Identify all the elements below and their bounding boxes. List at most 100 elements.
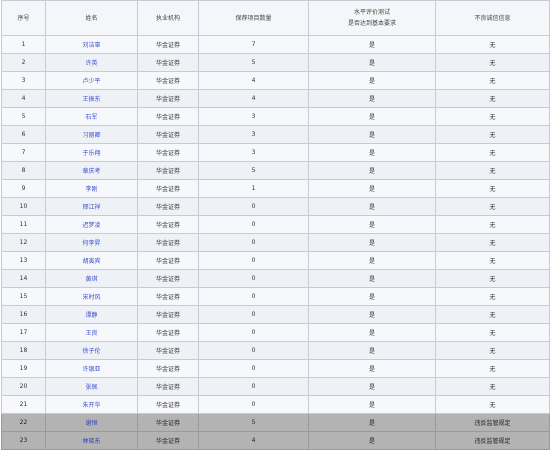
cell-record: 无 [435,71,550,90]
cell-review: 是 [308,215,436,234]
cell-name[interactable]: 王振东 [45,89,138,108]
header-org: 执业机构 [137,0,199,36]
cell-no: 17 [1,323,46,342]
cell-count: 4 [198,71,309,90]
header-name: 姓名 [45,0,138,36]
cell-record: 无 [435,341,550,360]
table-row: 21 朱开华 华金证券 0 是无 [1,395,550,414]
cell-review: 是 [308,35,436,54]
cell-no: 10 [1,197,46,216]
table-row: 20 张佩 华金证券 0 是无 [1,377,550,396]
cell-name[interactable]: 徐子伦 [45,341,138,360]
cell-count: 0 [198,215,309,234]
cell-name[interactable]: 卢少平 [45,71,138,90]
cell-name[interactable]: 习丽卿 [45,125,138,144]
cell-review: 是 [308,305,436,324]
cell-no: 18 [1,341,46,360]
cell-org: 华金证券 [137,413,199,432]
cell-no: 6 [1,125,46,144]
cell-review: 是 [308,89,436,108]
cell-count: 0 [198,395,309,414]
cell-no: 13 [1,251,46,270]
cell-org: 华金证券 [137,143,199,162]
cell-no: 11 [1,215,46,234]
table-row: 12 何李昇 华金证券 0 是无 [1,233,550,252]
cell-count: 7 [198,35,309,54]
table-row: 17 王良 华金证券 0 是无 [1,323,550,342]
cell-name[interactable]: 胡寅宾 [45,251,138,270]
cell-name[interactable]: 章庆考 [45,161,138,180]
header-review-line1: 水平评价测试 [353,9,390,16]
cell-org: 华金证券 [137,197,199,216]
cell-name[interactable]: 李刚 [45,179,138,198]
cell-record: 无 [435,143,550,162]
cell-record: 无 [435,269,550,288]
cell-record: 违反监管规定 [435,413,550,432]
cell-name[interactable]: 谭静 [45,305,138,324]
cell-name[interactable]: 于乐翔 [45,143,138,162]
cell-no: 15 [1,287,46,306]
cell-no: 20 [1,377,46,396]
cell-count: 5 [198,53,309,72]
cell-record: 无 [435,35,550,54]
cell-record: 无 [435,53,550,72]
cell-org: 华金证券 [137,71,199,90]
cell-name[interactable]: 王良 [45,323,138,342]
cell-record: 无 [435,251,550,270]
table-header-row: 序号 姓名 执业机构 保荐项目数量 水平评价测试 是否达到基本要求 不良诚信信息 [1,0,550,36]
cell-no: 16 [1,305,46,324]
cell-count: 0 [198,269,309,288]
cell-count: 0 [198,359,309,378]
cell-count: 1 [198,179,309,198]
cell-org: 华金证券 [137,35,199,54]
cell-name[interactable]: 何李昇 [45,233,138,252]
sponsor-table: 序号 姓名 执业机构 保荐项目数量 水平评价测试 是否达到基本要求 不良诚信信息… [1,0,550,450]
table-row: 7 于乐翔 华金证券 3 是无 [1,143,550,162]
cell-name[interactable]: 许银亚 [45,359,138,378]
cell-org: 华金证券 [137,341,199,360]
cell-count: 0 [198,323,309,342]
table-row: 10 邢江祥 华金证券 0 是无 [1,197,550,216]
cell-no: 2 [1,53,46,72]
cell-review: 是 [308,395,436,414]
cell-record: 无 [435,305,550,324]
table-row: 14 黄琪 华金证券 0 是无 [1,269,550,288]
cell-record: 无 [435,179,550,198]
table-row: 22 谢恒 华金证券 5 是违反监管规定 [1,413,550,432]
cell-org: 华金证券 [137,215,199,234]
table-row: 8 章庆考 华金证券 5 是无 [1,161,550,180]
cell-review: 是 [308,161,436,180]
cell-name[interactable]: 石军 [45,107,138,126]
cell-name[interactable]: 宋时风 [45,287,138,306]
cell-record: 无 [435,395,550,414]
cell-no: 21 [1,395,46,414]
header-record: 不良诚信信息 [435,0,550,36]
cell-review: 是 [308,431,436,450]
cell-review: 是 [308,287,436,306]
cell-org: 华金证券 [137,287,199,306]
cell-org: 华金证券 [137,125,199,144]
cell-org: 华金证券 [137,395,199,414]
cell-record: 无 [435,161,550,180]
cell-name[interactable]: 迟梦凌 [45,215,138,234]
cell-name[interactable]: 刘洁辜 [45,35,138,54]
cell-name[interactable]: 邢江祥 [45,197,138,216]
cell-no: 7 [1,143,46,162]
cell-org: 华金证券 [137,179,199,198]
cell-name[interactable]: 朱开华 [45,395,138,414]
table-row: 16 谭静 华金证券 0 是无 [1,305,550,324]
cell-record: 无 [435,233,550,252]
cell-name[interactable]: 谢恒 [45,413,138,432]
cell-org: 华金证券 [137,233,199,252]
cell-name[interactable]: 林晓东 [45,431,138,450]
cell-review: 是 [308,143,436,162]
table-row: 2 许英 华金证券 5 是无 [1,53,550,72]
cell-count: 0 [198,305,309,324]
cell-name[interactable]: 张佩 [45,377,138,396]
cell-record: 无 [435,377,550,396]
table-row: 3 卢少平 华金证券 4 是无 [1,71,550,90]
cell-name[interactable]: 许英 [45,53,138,72]
cell-name[interactable]: 黄琪 [45,269,138,288]
cell-no: 22 [1,413,46,432]
cell-record: 无 [435,107,550,126]
